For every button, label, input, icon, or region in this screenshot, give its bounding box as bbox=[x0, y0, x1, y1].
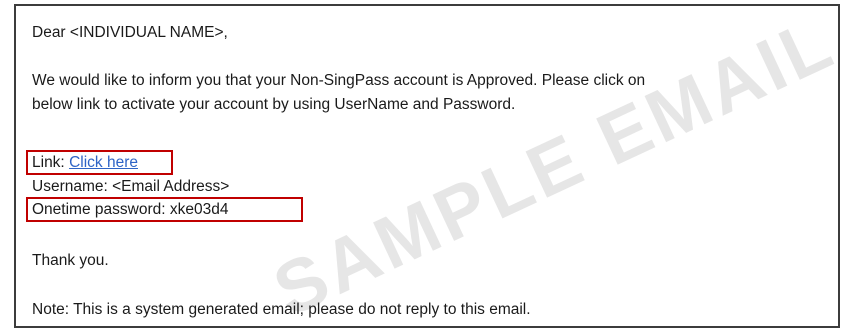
link-label: Link: bbox=[32, 154, 70, 171]
closing-text: Thank you. bbox=[32, 252, 109, 269]
click-here-link[interactable]: Click here bbox=[69, 154, 138, 171]
email-body-line-1: We would like to inform you that your No… bbox=[32, 72, 646, 89]
sample-email-watermark: SAMPLE EMAIL bbox=[261, 4, 840, 328]
username-line: Username: <Email Address> bbox=[32, 178, 230, 195]
email-body-line-2: below link to activate your account by u… bbox=[32, 96, 516, 113]
email-greeting: Dear <INDIVIDUAL NAME>, bbox=[32, 24, 228, 41]
email-frame: SAMPLE EMAIL Dear <INDIVIDUAL NAME>, We … bbox=[14, 4, 840, 328]
system-note: Note: This is a system generated email; … bbox=[32, 301, 531, 318]
onetime-password-line: Onetime password: xke03d4 bbox=[32, 201, 229, 218]
activation-link-row: Link: Click here bbox=[32, 153, 138, 173]
